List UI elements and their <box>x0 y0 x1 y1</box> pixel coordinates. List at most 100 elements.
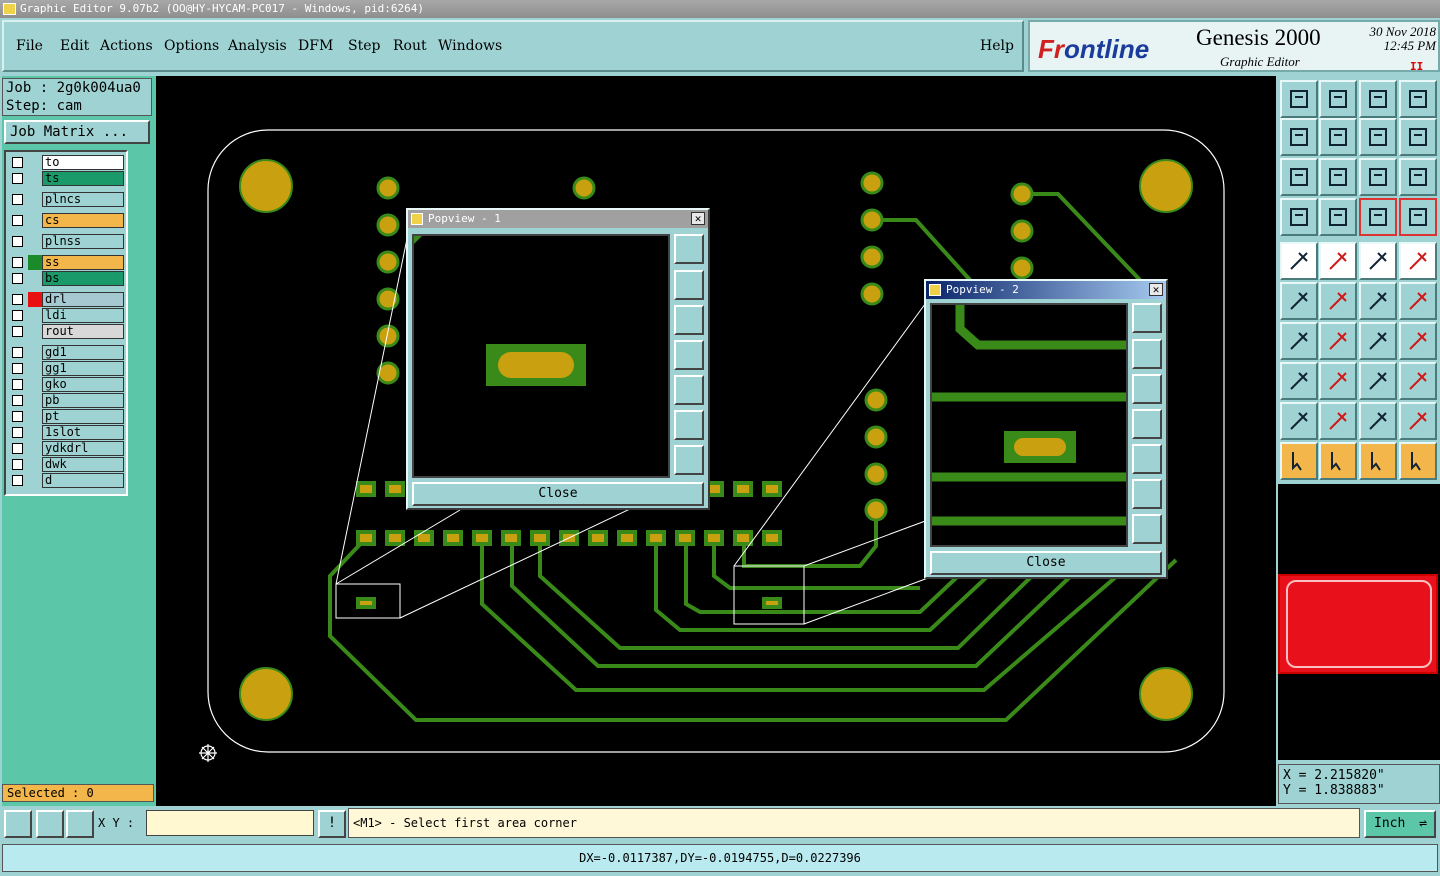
menu-dfm[interactable]: DFM <box>298 38 333 54</box>
close-icon[interactable]: ✕ <box>691 212 705 225</box>
popview-2-view[interactable] <box>930 303 1128 547</box>
popview-1-view[interactable] <box>412 234 670 478</box>
tool-tri-c-button[interactable] <box>1359 402 1397 440</box>
layer-name[interactable]: ldi <box>42 308 124 323</box>
layer-checkbox[interactable] <box>12 443 23 454</box>
tool-tri-d-button[interactable] <box>1399 402 1437 440</box>
layer-row-ss[interactable]: ss <box>8 255 126 270</box>
layer-row-gd1[interactable]: gd1 <box>8 345 126 360</box>
layer-name[interactable]: gko <box>42 377 124 392</box>
layer-name[interactable]: ts <box>42 171 124 186</box>
tool-arrow-a-button[interactable] <box>1280 442 1318 480</box>
tool-cross-button[interactable] <box>1319 282 1357 320</box>
layer-checkbox[interactable] <box>12 427 23 438</box>
popview-2-pan-up-button[interactable] <box>1132 339 1162 369</box>
tool-pad-button[interactable] <box>1399 242 1437 280</box>
tool-node-button[interactable] <box>1280 282 1318 320</box>
popview-2-zoom-in-button[interactable] <box>1132 303 1162 333</box>
popview-1-pan-up-button[interactable] <box>674 270 704 300</box>
layer-checkbox[interactable] <box>12 310 23 321</box>
popview-2-pan-left-button[interactable] <box>1132 409 1162 439</box>
tool-open-button[interactable] <box>1280 80 1318 118</box>
tool-grid-button[interactable] <box>1319 198 1357 236</box>
tool-swap-button[interactable] <box>1359 118 1397 156</box>
tool-arc-button[interactable] <box>1359 322 1397 360</box>
layer-name[interactable]: plnss <box>42 234 124 249</box>
menu-windows[interactable]: Windows <box>438 38 502 54</box>
layer-name[interactable]: rout <box>42 324 124 339</box>
tool-group-button[interactable] <box>1399 362 1437 400</box>
layer-name[interactable]: gd1 <box>42 345 124 360</box>
tool-props-button[interactable] <box>1280 198 1318 236</box>
layer-name[interactable]: to <box>42 155 124 170</box>
tool-ratio-button[interactable] <box>1359 158 1397 196</box>
snap-mode-button[interactable] <box>4 810 32 838</box>
tool-select-a-button[interactable] <box>1280 362 1318 400</box>
layer-row-plncs[interactable]: plncs <box>8 192 126 207</box>
layer-checkbox[interactable] <box>12 257 23 268</box>
layer-name[interactable]: pb <box>42 393 124 408</box>
layer-row-gko[interactable]: gko <box>8 377 126 392</box>
layer-row-bs[interactable]: bs <box>8 271 126 286</box>
tool-tri-a-button[interactable] <box>1280 402 1318 440</box>
close-icon[interactable]: ✕ <box>1149 283 1163 296</box>
layer-checkbox[interactable] <box>12 363 23 374</box>
layer-checkbox[interactable] <box>12 326 23 337</box>
layer-name[interactable]: plncs <box>42 192 124 207</box>
tool-text-button[interactable] <box>1399 322 1437 360</box>
layer-name[interactable]: drl <box>42 292 124 307</box>
layer-checkbox[interactable] <box>12 157 23 168</box>
tool-arrow-c-button[interactable] <box>1359 442 1397 480</box>
popview-1-fit-button[interactable] <box>674 410 704 440</box>
tool-route-a-button[interactable] <box>1359 198 1397 236</box>
layer-row-plnss[interactable]: plnss <box>8 234 126 249</box>
popview-1-pan-right-button[interactable] <box>674 375 704 405</box>
pause-icon[interactable]: II <box>1410 60 1423 73</box>
layer-name[interactable]: pt <box>42 409 124 424</box>
tool-fit-button[interactable] <box>1280 158 1318 196</box>
unit-selector[interactable]: Inch ⇌ <box>1364 810 1436 838</box>
tool-route-b-button[interactable] <box>1399 198 1437 236</box>
bang-button[interactable]: ! <box>318 810 346 838</box>
tool-save-button[interactable] <box>1319 80 1357 118</box>
layer-checkbox[interactable] <box>12 236 23 247</box>
tool-measure-button[interactable] <box>1359 242 1397 280</box>
tool-left-button[interactable] <box>1280 118 1318 156</box>
tool-link-button[interactable] <box>1359 282 1397 320</box>
menu-options[interactable]: Options <box>164 38 219 54</box>
tool-flip-button[interactable] <box>1399 118 1437 156</box>
tool-line-button[interactable] <box>1319 322 1357 360</box>
popview-2-close-button[interactable]: Close <box>930 551 1162 575</box>
tool-center-button[interactable] <box>1319 158 1357 196</box>
tool-angle-button[interactable] <box>1280 322 1318 360</box>
layer-row-pb[interactable]: pb <box>8 393 126 408</box>
layer-row-pt[interactable]: pt <box>8 409 126 424</box>
popview-2-window[interactable]: Popview - 2 ✕ Close <box>924 279 1168 579</box>
layer-checkbox[interactable] <box>12 475 23 486</box>
layer-name[interactable]: ss <box>42 255 124 270</box>
tool-arrow-b-button[interactable] <box>1319 442 1357 480</box>
menu-edit[interactable]: Edit <box>60 38 89 54</box>
popview-1-center-button[interactable] <box>674 445 704 475</box>
layer-checkbox[interactable] <box>12 215 23 226</box>
tool-tri-b-button[interactable] <box>1319 402 1357 440</box>
tool-right-button[interactable] <box>1319 118 1357 156</box>
layer-name[interactable]: cs <box>42 213 124 228</box>
tool-pipe-button[interactable] <box>1319 362 1357 400</box>
grid-mode-button[interactable] <box>66 810 94 838</box>
layer-name[interactable]: gg1 <box>42 361 124 376</box>
popview-2-pan-right-button[interactable] <box>1132 444 1162 474</box>
layer-checkbox[interactable] <box>12 411 23 422</box>
job-matrix-button[interactable]: Job Matrix ... <box>4 120 150 144</box>
popview-1-zoom-in-button[interactable] <box>674 234 704 264</box>
tool-arrow-d-button[interactable] <box>1399 442 1437 480</box>
tool-net-button[interactable] <box>1319 242 1357 280</box>
menu-step[interactable]: Step <box>348 38 380 54</box>
layer-checkbox[interactable] <box>12 173 23 184</box>
measure-mode-button[interactable] <box>36 810 64 838</box>
layer-name[interactable]: bs <box>42 271 124 286</box>
popview-1-pan-down-button[interactable] <box>674 305 704 335</box>
tool-home-button[interactable] <box>1359 80 1397 118</box>
layer-checkbox[interactable] <box>12 194 23 205</box>
popview-2-fit-button[interactable] <box>1132 479 1162 509</box>
